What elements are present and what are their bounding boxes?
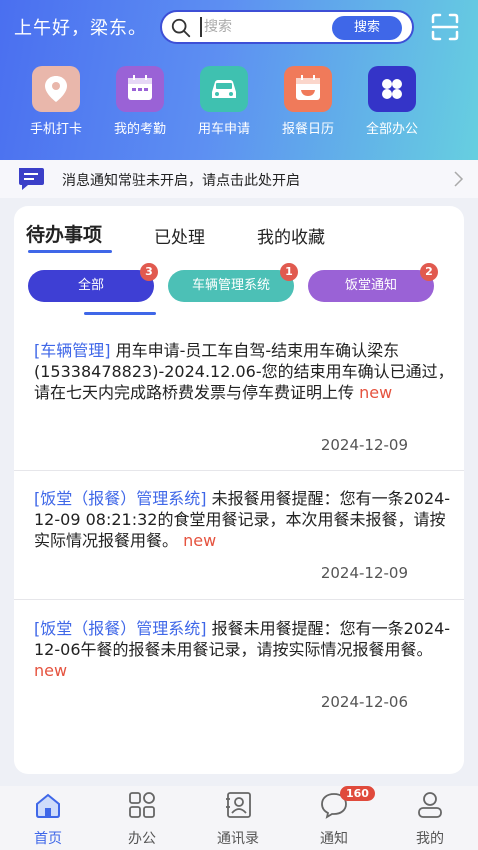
tabbar-contacts[interactable]: 通讯录 (198, 790, 278, 848)
filter-vehicle-system[interactable]: 车辆管理系统 1 (168, 263, 298, 302)
list-item[interactable]: [车辆管理] 用车申请-员工车自驾-结束用车确认梁东(15338478823)-… (34, 340, 454, 403)
message-tag: [饭堂（报餐）管理系统] (34, 489, 207, 508)
quick-action-label: 报餐日历 (281, 122, 334, 137)
quick-action-all-office[interactable]: 全部办公 (350, 66, 434, 137)
filter-label: 全部 (77, 278, 104, 293)
new-label: new (359, 383, 393, 402)
tabbar-notifications[interactable]: 160 通知 (294, 786, 375, 848)
search-input[interactable] (200, 17, 330, 37)
divider (14, 470, 464, 471)
contacts-icon (226, 792, 251, 818)
filter-canteen-notice[interactable]: 饭堂通知 2 (308, 263, 438, 302)
header: 上午好，梁东。 搜索 手机打卡 (0, 0, 478, 160)
tabbar-label: 通讯录 (217, 831, 259, 847)
bottom-tab-bar: 首页 办公 通讯录 160 通知 我的 (0, 786, 478, 850)
filter-label: 车辆管理系统 (191, 278, 270, 293)
notification-count-badge: 160 (340, 786, 375, 801)
search-bar[interactable]: 搜索 (160, 10, 414, 44)
filter-all[interactable]: 全部 3 (28, 263, 158, 302)
message-tag: [饭堂（报餐）管理系统] (34, 619, 207, 638)
tab-favorites[interactable]: 我的收藏 (257, 223, 325, 248)
tabbar-home[interactable]: 首页 (8, 790, 88, 848)
message-date: 2024-12-09 (320, 564, 408, 582)
count-badge: 1 (280, 263, 298, 281)
notice-text: 消息通知常驻未开启，请点击此处开启 (62, 173, 300, 189)
quick-action-label: 手机打卡 (29, 122, 82, 137)
tabbar-label: 通知 (320, 831, 348, 847)
search-button[interactable]: 搜索 (332, 16, 402, 40)
divider (14, 599, 464, 600)
location-pin-icon (32, 66, 80, 112)
grid-apps-icon (368, 66, 416, 112)
home-icon (36, 793, 60, 818)
filter-indicator (84, 312, 156, 315)
new-label: new (183, 531, 217, 550)
message-date: 2024-12-09 (320, 436, 408, 454)
tabbar-mine[interactable]: 我的 (390, 790, 470, 848)
quick-action-label: 全部办公 (365, 122, 418, 137)
car-icon (200, 66, 248, 112)
quick-action-attendance[interactable]: 我的考勤 (98, 66, 182, 137)
tabbar-label: 首页 (34, 831, 62, 847)
message-date: 2024-12-06 (320, 693, 408, 711)
tabbar-office[interactable]: 办公 (102, 790, 182, 848)
tab-indicator (28, 250, 112, 253)
chevron-right-icon (454, 171, 464, 187)
greeting-text: 上午好，梁东。 (14, 18, 147, 39)
list-item[interactable]: [饭堂（报餐）管理系统] 未报餐用餐提醒：您有一条2024-12-09 08:2… (34, 488, 454, 551)
quick-action-label: 用车申请 (197, 122, 250, 137)
message-icon (19, 168, 44, 190)
quick-action-label: 我的考勤 (113, 122, 166, 137)
list-item[interactable]: [饭堂（报餐）管理系统] 报餐未用餐提醒：您有一条2024-12-06午餐的报餐… (34, 618, 454, 681)
message-tag: [车辆管理] (34, 341, 111, 360)
apps-icon (129, 792, 155, 818)
filter-label: 饭堂通知 (344, 278, 397, 293)
new-label: new (34, 661, 68, 680)
search-icon (171, 18, 191, 38)
tab-processed[interactable]: 已处理 (154, 223, 205, 248)
meal-calendar-icon (284, 66, 332, 112)
quick-action-clock-in[interactable]: 手机打卡 (14, 66, 98, 137)
tabbar-label: 办公 (128, 831, 156, 847)
scan-icon[interactable] (430, 12, 460, 42)
count-badge: 2 (420, 263, 438, 281)
quick-action-meal-calendar[interactable]: 报餐日历 (266, 66, 350, 137)
person-icon (418, 792, 442, 818)
tab-todo[interactable]: 待办事项 (26, 220, 102, 247)
calendar-icon (116, 66, 164, 112)
tabbar-label: 我的 (416, 831, 444, 847)
notification-banner[interactable]: 消息通知常驻未开启，请点击此处开启 (0, 160, 478, 198)
todo-card: 待办事项 已处理 我的收藏 全部 3 车辆管理系统 1 饭堂通知 2 [车辆管理… (14, 206, 464, 774)
count-badge: 3 (140, 263, 158, 281)
quick-action-vehicle[interactable]: 用车申请 (182, 66, 266, 137)
